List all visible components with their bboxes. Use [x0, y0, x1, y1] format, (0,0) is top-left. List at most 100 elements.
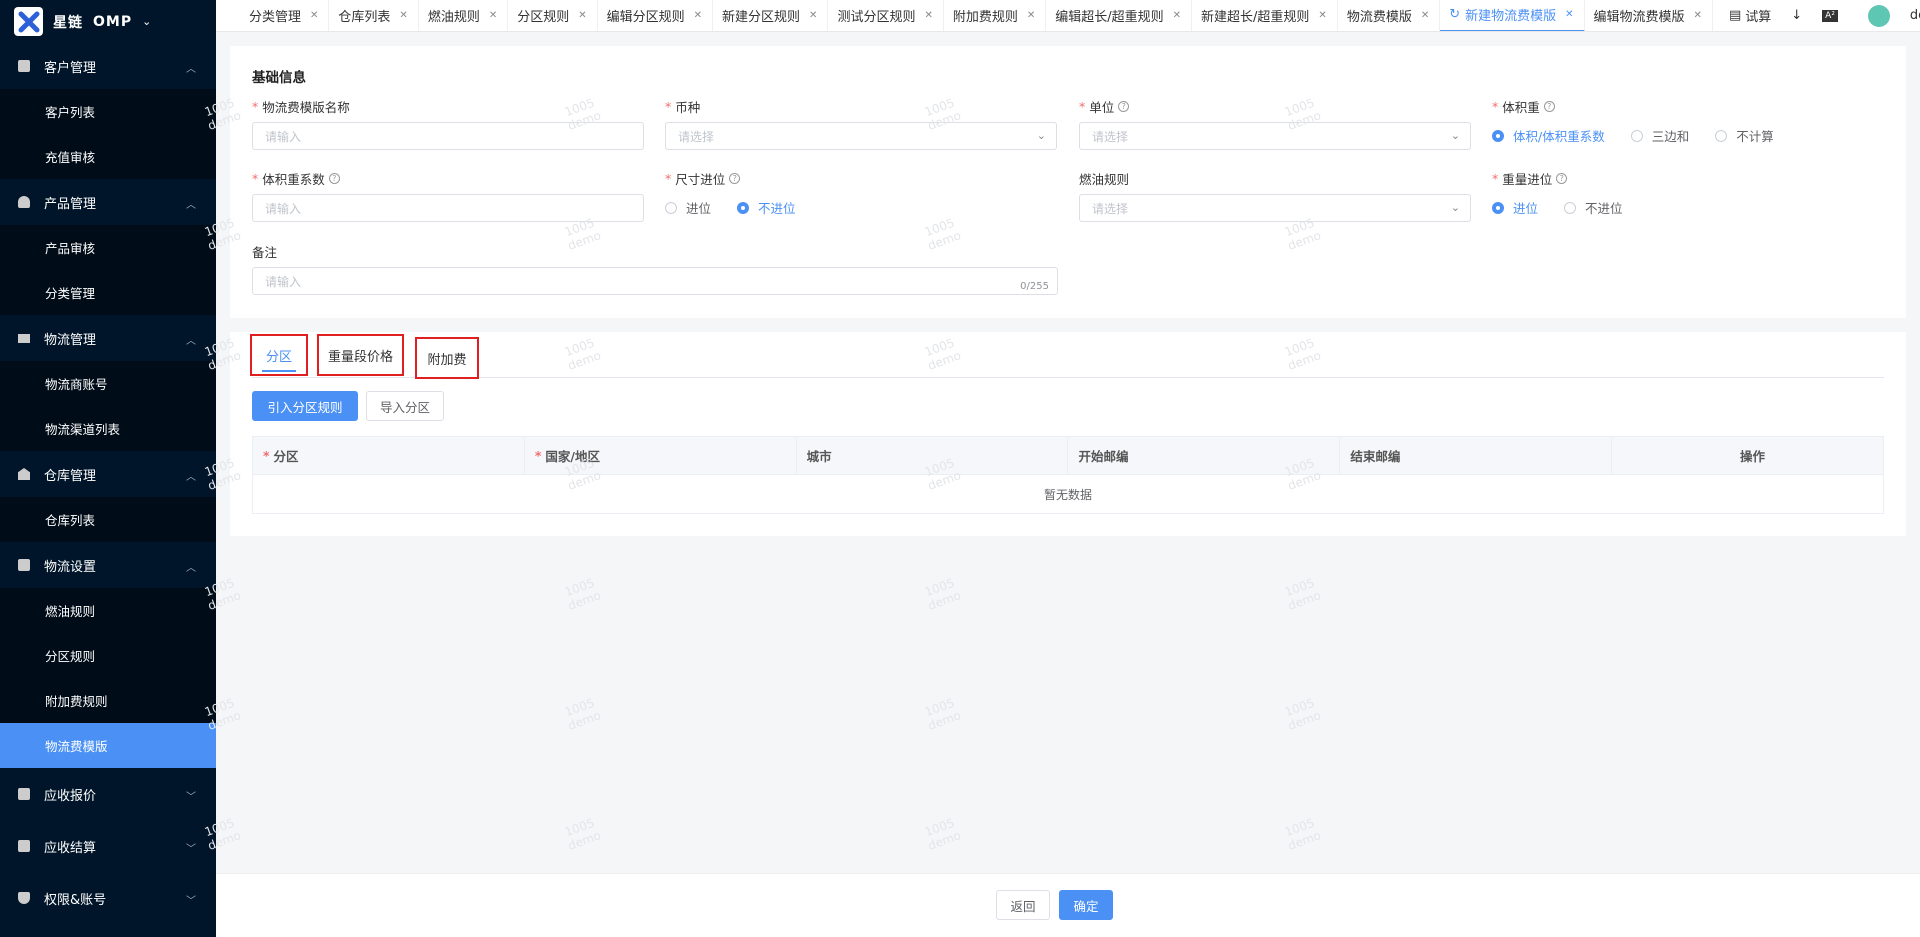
calculator-icon[interactable]: ▤ — [1729, 8, 1741, 23]
sidebar-group-receivable-quote[interactable]: 应收报价 ﹀ — [0, 768, 216, 820]
header-tools: ▤ 试算 ↓ A² demo — [1719, 4, 1920, 27]
required-mark: * — [665, 170, 672, 186]
sidebar-item-surcharge-rule[interactable]: 附加费规则 — [0, 678, 216, 723]
sidebar-item-fuel-rule[interactable]: 燃油规则 — [0, 588, 216, 633]
tab-edit-fee-template[interactable]: 编辑物流费模版 ✕ — [1585, 0, 1713, 31]
radio-no-calc[interactable]: 不计算 — [1715, 126, 1774, 145]
volume-coef-input[interactable]: 请输入 — [252, 194, 644, 222]
column-label: 城市 — [806, 449, 832, 464]
sidebar-group-logistics-settings[interactable]: 物流设置 ︿ — [0, 542, 216, 588]
radio-dot — [737, 201, 750, 214]
radio-size-round[interactable]: 进位 — [665, 198, 711, 217]
unit-select[interactable]: 请选择 ⌄ — [1079, 122, 1471, 150]
tab-new-zone-rule[interactable]: 新建分区规则 ✕ — [713, 0, 829, 31]
tab-new-fee-template[interactable]: ↻ 新建物流费模版 ✕ — [1440, 0, 1585, 31]
close-icon[interactable]: ✕ — [1421, 10, 1429, 21]
subtab-surcharge[interactable]: 附加费 — [415, 337, 479, 379]
refresh-icon[interactable]: ↻ — [1449, 7, 1460, 22]
sidebar-item-product-review[interactable]: 产品审核 — [0, 225, 216, 270]
font-size-icon[interactable]: A² — [1822, 9, 1838, 22]
close-icon[interactable]: ✕ — [924, 10, 932, 21]
tab-zone-rule[interactable]: 分区规则 ✕ — [508, 0, 598, 31]
weight-round-radios: 进位 不进位 — [1492, 198, 1884, 217]
fuel-rule-select[interactable]: 请选择 ⌄ — [1079, 194, 1471, 222]
help-icon[interactable]: ? — [1556, 172, 1568, 184]
radio-three-sides[interactable]: 三边和 — [1630, 126, 1689, 145]
user-menu[interactable]: demo — [1858, 4, 1920, 27]
sidebar-item-fee-template[interactable]: 物流费模版 — [0, 723, 216, 768]
tab-warehouse-list[interactable]: 仓库列表 ✕ — [329, 0, 419, 31]
app-logo[interactable]: 星链 OMP ⌄ — [0, 0, 216, 43]
sidebar-group-label: 应收报价 — [44, 788, 97, 804]
column-header: * 国家/地区 — [525, 437, 797, 474]
watermark: 1005 demo — [922, 695, 963, 733]
sidebar-group-permission[interactable]: 权限&账号 ﹀ — [0, 872, 216, 924]
close-icon[interactable]: ✕ — [489, 10, 497, 21]
subtab-zone[interactable]: 分区 — [250, 334, 308, 376]
close-icon[interactable]: ✕ — [1694, 10, 1702, 21]
tab-test-zone-rule[interactable]: 测试分区规则 ✕ — [828, 0, 944, 31]
import-zone-rule-button[interactable]: 引入分区规则 — [252, 391, 358, 421]
close-icon[interactable]: ✕ — [1173, 10, 1181, 21]
sidebar-item-category[interactable]: 分类管理 — [0, 270, 216, 315]
close-icon[interactable]: ✕ — [809, 10, 817, 21]
tab-edit-oversize-rule[interactable]: 编辑超长/超重规则 ✕ — [1046, 0, 1193, 31]
sidebar-item-recharge-review[interactable]: 充值审核 — [0, 134, 216, 179]
radio-weight-no-round[interactable]: 不进位 — [1564, 198, 1623, 217]
sidebar-group-customer[interactable]: 客户管理 ︿ — [0, 43, 216, 89]
back-button[interactable]: 返回 — [996, 890, 1050, 920]
sidebar-group-receivable-settle[interactable]: 应收结算 ﹀ — [0, 820, 216, 872]
subtab-weight-price[interactable]: 重量段价格 — [317, 334, 404, 376]
currency-select[interactable]: 请选择 ⌄ — [665, 122, 1057, 150]
radio-volume-coef[interactable]: 体积/体积重系数 — [1492, 126, 1605, 145]
radio-weight-round[interactable]: 进位 — [1492, 198, 1538, 217]
help-icon[interactable]: ? — [729, 172, 741, 184]
unit-field: * 单位? 请选择 ⌄ — [1079, 96, 1471, 150]
close-icon[interactable]: ✕ — [399, 10, 407, 21]
required-mark: * — [263, 448, 270, 463]
app-subtitle: OMP — [93, 13, 133, 30]
download-icon[interactable]: ↓ — [1791, 8, 1802, 23]
sidebar-group-logistics[interactable]: 物流管理 ︿ — [0, 315, 216, 361]
volume-weight-radios: 体积/体积重系数 三边和 不计算 — [1492, 126, 1884, 145]
tab-category[interactable]: 分类管理 ✕ — [240, 0, 330, 31]
sidebar-item-channel-list[interactable]: 物流渠道列表 — [0, 406, 216, 451]
help-icon[interactable]: ? — [1543, 100, 1555, 112]
sidebar-group-label: 物流设置 — [44, 559, 97, 575]
close-icon[interactable]: ✕ — [694, 10, 702, 21]
logo-icon — [14, 7, 43, 36]
sidebar-group-label: 物流管理 — [44, 332, 97, 348]
help-icon[interactable]: ? — [328, 172, 340, 184]
sidebar-group-warehouse[interactable]: 仓库管理 ︿ — [0, 451, 216, 497]
remark-textarea[interactable]: 请输入 0/255 — [252, 267, 1058, 295]
radio-label: 体积/体积重系数 — [1513, 129, 1605, 144]
column-label: 操作 — [1740, 449, 1766, 464]
sidebar-item-zone-rule[interactable]: 分区规则 — [0, 633, 216, 678]
confirm-button[interactable]: 确定 — [1059, 890, 1113, 920]
sidebar-item-warehouse-list[interactable]: 仓库列表 — [0, 497, 216, 542]
tab-new-oversize-rule[interactable]: 新建超长/超重规则 ✕ — [1192, 0, 1338, 31]
help-icon[interactable]: ? — [1118, 100, 1130, 112]
sidebar-item-logistics-account[interactable]: 物流商账号 — [0, 361, 216, 406]
close-icon[interactable]: ✕ — [1027, 10, 1035, 21]
radio-size-no-round[interactable]: 不进位 — [737, 198, 796, 217]
close-icon[interactable]: ✕ — [1565, 9, 1573, 20]
tab-edit-zone-rule[interactable]: 编辑分区规则 ✕ — [598, 0, 714, 31]
chevron-down-icon[interactable]: ⌄ — [142, 15, 151, 28]
label-text: 币种 — [675, 99, 701, 115]
tab-fee-template[interactable]: 物流费模版 ✕ — [1338, 0, 1441, 31]
trial-calc-link[interactable]: 试算 — [1745, 6, 1771, 25]
template-name-input[interactable]: 请输入 — [252, 122, 644, 150]
sidebar-item-customer-list[interactable]: 客户列表 — [0, 89, 216, 134]
close-icon[interactable]: ✕ — [310, 10, 318, 21]
tab-fuel-rule[interactable]: 燃油规则 ✕ — [419, 0, 509, 31]
sidebar-group-product[interactable]: 产品管理 ︿ — [0, 179, 216, 225]
required-mark: * — [665, 98, 672, 114]
close-icon[interactable]: ✕ — [578, 10, 586, 21]
tab-label: 仓库列表 — [338, 10, 391, 25]
import-zone-button[interactable]: 导入分区 — [366, 391, 444, 421]
tab-label: 新建超长/超重规则 — [1201, 10, 1310, 25]
tab-surcharge-rule[interactable]: 附加费规则 ✕ — [944, 0, 1047, 31]
close-icon[interactable]: ✕ — [1318, 10, 1326, 21]
column-header: * 分区 — [253, 437, 525, 474]
